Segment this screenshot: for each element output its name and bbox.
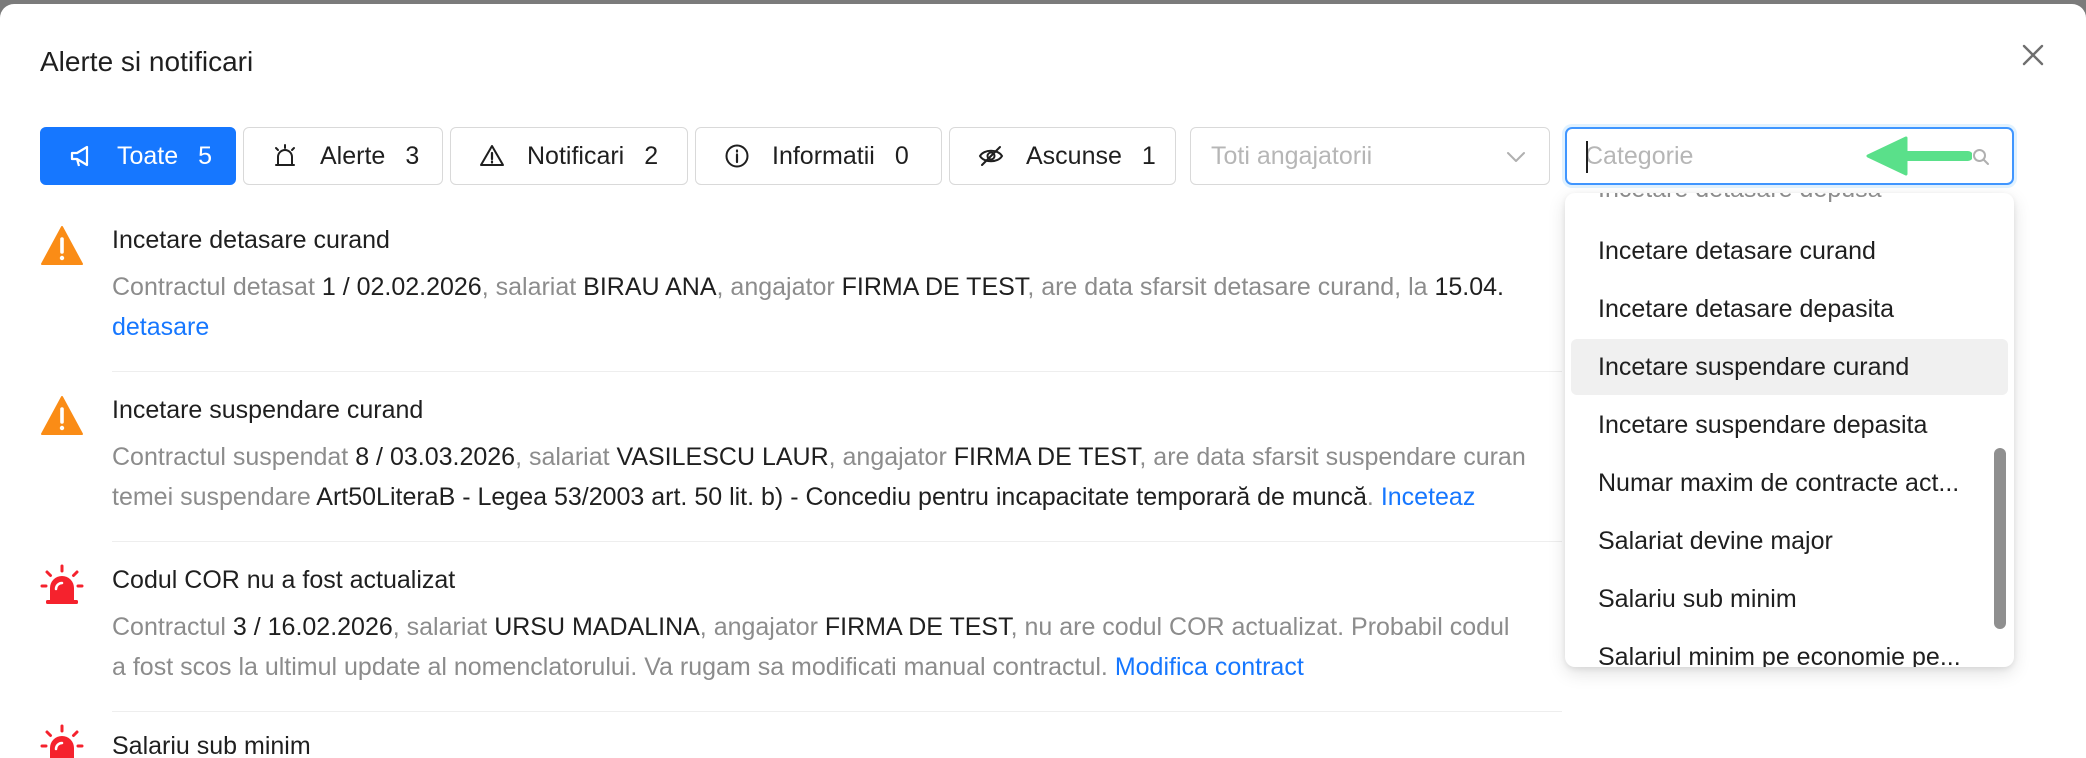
warning-triangle-icon xyxy=(40,394,84,438)
tab-count: 1 xyxy=(1141,141,1156,170)
dropdown-scrollbar[interactable] xyxy=(1994,448,2006,629)
alert-title: Incetare suspendare curand xyxy=(112,396,424,424)
alert-text: , salariat xyxy=(481,273,584,301)
tab-count: 0 xyxy=(894,141,909,170)
contract-number: 8 / 03.03.2026 xyxy=(355,443,516,471)
dropdown-option[interactable]: Incetare detasare depasita xyxy=(1571,281,2008,337)
employee-name: URSU MADALINA xyxy=(494,613,700,641)
dropdown-option[interactable]: Numar maxim de contracte act... xyxy=(1571,455,2008,511)
tab-count: 2 xyxy=(644,141,659,170)
employer-name: FIRMA DE TEST xyxy=(953,443,1140,471)
dropdown-option-active[interactable]: Incetare suspendare curand xyxy=(1571,339,2008,395)
employer-name: FIRMA DE TEST xyxy=(841,273,1028,301)
alert-text: , angajator xyxy=(828,443,954,471)
close-button[interactable] xyxy=(2016,38,2050,72)
employer-select[interactable]: Toti angajatorii xyxy=(1190,127,1550,185)
alert-description: Contractul detasat 1 / 02.02.2026, salar… xyxy=(112,273,1504,302)
alert-action-link[interactable]: detasare xyxy=(112,313,209,341)
alert-text: temei suspendare xyxy=(112,483,317,511)
employee-name: BIRAU ANA xyxy=(583,273,717,301)
dropdown-option[interactable]: Incetare suspendare depasita xyxy=(1571,397,2008,453)
employer-name: FIRMA DE TEST xyxy=(824,613,1011,641)
alert-text: Contractul detasat xyxy=(112,273,322,301)
alert-description: Contractul suspendat 8 / 03.03.2026, sal… xyxy=(112,443,1526,472)
alert-text: , angajator xyxy=(699,613,825,641)
contract-number: 3 / 16.02.2026 xyxy=(232,613,393,641)
alert-text: , nu are codul COR actualizat. Probabil … xyxy=(1010,613,1510,641)
tab-label: Toate xyxy=(117,141,179,170)
divider xyxy=(112,711,1562,712)
category-dropdown: Incetare detasare depusa Incetare detasa… xyxy=(1565,193,2014,667)
tab-label: Informatii xyxy=(772,141,875,170)
tab-label: Ascunse xyxy=(1026,141,1122,170)
siren-icon xyxy=(40,724,84,758)
alert-description: Contractul 3 / 16.02.2026, salariat URSU… xyxy=(112,613,1509,642)
eye-off-icon xyxy=(978,143,1004,169)
divider xyxy=(112,541,1562,542)
siren-icon xyxy=(40,564,84,608)
dropdown-option[interactable]: Salariu sub minim xyxy=(1571,571,2008,627)
warning-triangle-icon xyxy=(40,224,84,268)
alert-description: temei suspendare Art50LiteraB - Legea 53… xyxy=(112,483,1475,512)
alert-title: Salariu sub minim xyxy=(112,732,311,758)
divider xyxy=(112,371,1562,372)
modify-contract-link[interactable]: Modifica contract xyxy=(1115,653,1304,681)
alert-action-link[interactable]: Inceteaz xyxy=(1381,483,1476,511)
alert-title: Incetare detasare curand xyxy=(112,226,390,254)
alert-title: Codul COR nu a fost actualizat xyxy=(112,566,456,594)
tab-label: Alerte xyxy=(320,141,386,170)
siren-icon xyxy=(272,143,298,169)
suspension-basis: Art50LiteraB - Legea 53/2003 art. 50 lit… xyxy=(316,483,1367,511)
megaphone-icon xyxy=(69,143,95,169)
tab-notificari[interactable]: Notificari 2 xyxy=(450,127,688,185)
dropdown-option-partial[interactable]: Incetare detasare depusa xyxy=(1598,193,1882,204)
alert-text: , salariat xyxy=(392,613,495,641)
tab-informatii[interactable]: Informatii 0 xyxy=(695,127,942,185)
tab-ascunse[interactable]: Ascunse 1 xyxy=(949,127,1176,185)
dropdown-option[interactable]: Salariul minim pe economie pe... xyxy=(1571,629,2008,668)
alert-text: , angajator xyxy=(716,273,842,301)
alert-text: , are data sfarsit suspendare curan xyxy=(1139,443,1526,471)
tab-label: Notificari xyxy=(527,141,625,170)
employer-select-placeholder: Toti angajatorii xyxy=(1211,141,1373,170)
dropdown-option[interactable]: Salariat devine major xyxy=(1571,513,2008,569)
text-cursor xyxy=(1586,141,1588,173)
tab-alerte[interactable]: Alerte 3 xyxy=(243,127,443,185)
end-date: 15.04. xyxy=(1434,273,1504,301)
contract-number: 1 / 02.02.2026 xyxy=(321,273,482,301)
alert-description: detasare xyxy=(112,313,209,342)
chevron-down-icon xyxy=(1505,146,1527,168)
alert-text: Contractul suspendat xyxy=(112,443,356,471)
alerts-modal: Alerte si notificari Toate 5 Alerte 3 No… xyxy=(0,4,2086,758)
alert-text: , are data sfarsit detasare curand, la xyxy=(1027,273,1435,301)
alert-text: . xyxy=(1366,483,1381,511)
alert-text: , salariat xyxy=(515,443,617,471)
tab-toate[interactable]: Toate 5 xyxy=(40,127,236,185)
close-icon xyxy=(2022,44,2044,66)
alert-description: a fost scos la ultimul update al nomencl… xyxy=(112,653,1304,682)
info-icon xyxy=(724,143,750,169)
alert-text: a fost scos la ultimul update al nomencl… xyxy=(112,653,1115,681)
dropdown-option[interactable]: Incetare detasare curand xyxy=(1571,223,2008,279)
alert-text: Contractul xyxy=(112,613,233,641)
tab-count: 5 xyxy=(198,141,213,170)
employee-name: VASILESCU LAUR xyxy=(616,443,829,471)
annotation-arrow-icon xyxy=(1862,134,1972,178)
warning-icon xyxy=(479,143,505,169)
search-icon xyxy=(1972,148,1990,166)
tab-count: 3 xyxy=(405,141,420,170)
modal-title: Alerte si notificari xyxy=(40,46,254,77)
